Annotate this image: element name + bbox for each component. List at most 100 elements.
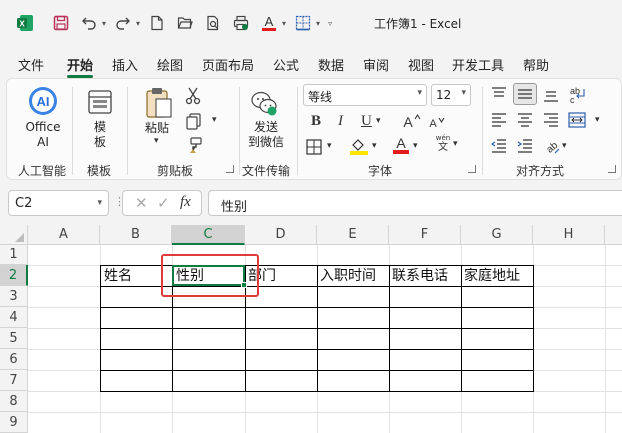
borders-dropdown-icon[interactable]: ▾ [316, 19, 320, 28]
row-header-5[interactable]: 5 [0, 328, 28, 349]
align-top-icon[interactable] [491, 87, 507, 104]
enter-icon[interactable]: ✓ [157, 194, 170, 212]
wrap-text-icon[interactable]: ab c [569, 85, 587, 108]
office-ai-button[interactable]: Office AI [21, 120, 65, 150]
tab-help[interactable]: 帮助 [523, 55, 549, 74]
underline-dropdown-icon[interactable]: ▾ [376, 116, 381, 126]
text-color-icon[interactable]: A [391, 135, 411, 158]
cancel-icon[interactable]: ✕ [135, 194, 148, 212]
merge-center-icon[interactable] [568, 112, 586, 131]
italic-button[interactable]: I [338, 113, 343, 130]
column-header-e[interactable]: E [317, 225, 389, 245]
row-header-1[interactable]: 1 [0, 245, 28, 265]
template-button[interactable]: 模 板 [89, 120, 111, 150]
tab-draw[interactable]: 绘图 [157, 55, 183, 74]
column-header-c[interactable]: C [172, 225, 245, 245]
row-header-2[interactable]: 2 [0, 265, 28, 286]
phonetic-dropdown-icon[interactable]: ▾ [453, 139, 458, 149]
borders-dropdown-icon[interactable]: ▾ [327, 141, 332, 151]
column-header-a[interactable]: A [28, 225, 100, 245]
send-to-wechat-button[interactable]: 发送 到微信 [246, 120, 286, 150]
borders-icon[interactable] [290, 10, 316, 36]
customize-qat-icon[interactable]: ▿ [328, 19, 332, 28]
column-header-h[interactable]: H [533, 225, 605, 245]
print-preview-icon[interactable] [200, 10, 226, 36]
tab-insert[interactable]: 插入 [112, 55, 138, 74]
format-painter-icon[interactable] [185, 137, 203, 158]
paste-button[interactable]: 粘贴 [143, 121, 171, 136]
cell-borders-icon[interactable] [306, 139, 322, 158]
undo-dropdown-icon[interactable]: ▾ [102, 19, 106, 28]
new-file-icon[interactable] [144, 10, 170, 36]
open-folder-icon[interactable] [172, 10, 198, 36]
column-header-f[interactable]: F [389, 225, 461, 245]
increase-font-icon[interactable]: A [401, 113, 421, 132]
select-all-corner[interactable] [0, 225, 28, 245]
column-header-g[interactable]: G [461, 225, 533, 245]
row-header-4[interactable]: 4 [0, 307, 28, 328]
tab-page-layout[interactable]: 页面布局 [202, 55, 254, 74]
template-icon[interactable] [87, 89, 113, 118]
cell-g2[interactable]: 家庭地址 [464, 268, 520, 284]
cell-e2[interactable]: 入职时间 [320, 268, 376, 284]
decrease-font-icon[interactable]: A [427, 115, 445, 132]
font-color-dropdown-icon[interactable]: ▾ [282, 19, 286, 28]
underline-button[interactable]: U [361, 113, 372, 130]
tab-formulas[interactable]: 公式 [273, 55, 299, 74]
increase-indent-icon[interactable] [517, 139, 533, 156]
tab-view[interactable]: 视图 [408, 55, 434, 74]
row-header-8[interactable]: 8 [0, 391, 28, 412]
paste-dropdown-icon[interactable]: ▾ [154, 136, 159, 146]
orientation-icon[interactable]: ab [543, 137, 561, 158]
fill-color-dropdown-icon[interactable]: ▾ [372, 141, 377, 151]
column-header-i[interactable] [605, 225, 622, 245]
tab-home[interactable]: 开始 [67, 55, 93, 74]
orientation-dropdown-icon[interactable]: ▾ [562, 141, 567, 151]
phonetic-guide-button[interactable]: wén 文 [433, 134, 453, 153]
font-color-icon[interactable]: A [256, 10, 282, 36]
redo-dropdown-icon[interactable]: ▾ [136, 19, 140, 28]
cell-f2[interactable]: 联系电话 [392, 268, 448, 284]
column-header-b[interactable]: B [100, 225, 172, 245]
align-center-icon[interactable] [517, 113, 533, 130]
phonetic-char: 文 [438, 142, 448, 153]
formula-input[interactable]: 性别 [208, 190, 622, 216]
row-header-9[interactable]: 9 [0, 412, 28, 433]
column-header-d[interactable]: D [245, 225, 317, 245]
save-icon[interactable] [48, 10, 74, 36]
font-name-combo[interactable]: 等线 ▾ [303, 84, 427, 106]
tab-data[interactable]: 数据 [318, 55, 344, 74]
align-middle-icon[interactable] [513, 83, 537, 105]
merge-dropdown-icon[interactable]: ▾ [595, 115, 600, 125]
tab-review[interactable]: 审阅 [363, 55, 389, 74]
svg-text:A: A [396, 135, 406, 151]
name-box[interactable]: C2 ▾ [8, 190, 109, 216]
align-left-icon[interactable] [491, 113, 507, 130]
row-header-7[interactable]: 7 [0, 370, 28, 391]
decrease-indent-icon[interactable] [490, 139, 507, 156]
cell-b2[interactable]: 姓名 [104, 268, 132, 284]
cut-icon[interactable] [185, 87, 201, 108]
fill-color-icon[interactable] [349, 137, 369, 158]
row-header-3[interactable]: 3 [0, 286, 28, 307]
tab-developer[interactable]: 开发工具 [452, 55, 504, 74]
row-header-6[interactable]: 6 [0, 349, 28, 370]
alignment-launcher-icon[interactable] [608, 165, 616, 173]
print-icon[interactable] [228, 10, 254, 36]
align-bottom-icon[interactable] [543, 87, 559, 106]
font-launcher-icon[interactable] [468, 165, 476, 173]
copy-dropdown-icon[interactable]: ▾ [212, 115, 217, 125]
undo-icon[interactable] [76, 10, 102, 36]
paste-icon[interactable] [145, 87, 173, 122]
copy-icon[interactable] [185, 113, 203, 134]
insert-function-button[interactable]: fx [180, 194, 191, 211]
align-right-icon[interactable] [543, 113, 559, 130]
text-color-dropdown-icon[interactable]: ▾ [413, 141, 418, 151]
tab-file[interactable]: 文件 [18, 55, 44, 74]
font-size-combo[interactable]: 12 ▾ [431, 84, 471, 106]
send-to-wechat-icon[interactable] [250, 89, 278, 120]
redo-icon[interactable] [110, 10, 136, 36]
office-ai-icon[interactable]: AI [27, 85, 59, 120]
clipboard-launcher-icon[interactable] [226, 165, 234, 173]
bold-button[interactable]: B [311, 113, 321, 130]
